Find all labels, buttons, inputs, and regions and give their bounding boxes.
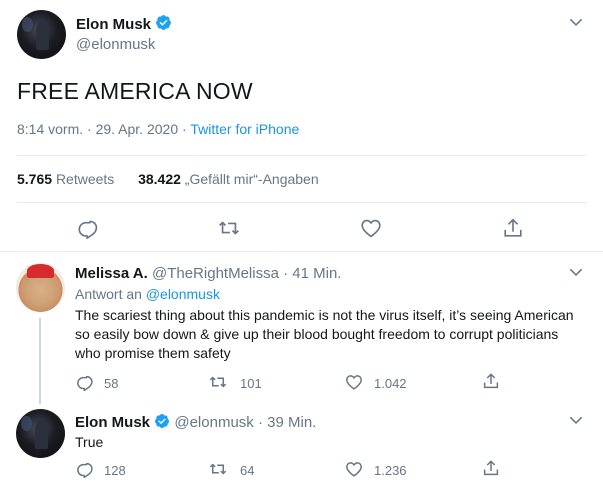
meta-separator: · <box>182 121 187 137</box>
like-icon[interactable] <box>360 217 382 239</box>
tweet-stats: 5.765 Retweets 38.422 „Gefällt mir“-Anga… <box>17 171 319 187</box>
tweet-time[interactable]: 8:14 vorm. <box>17 121 83 137</box>
reply-text: The scariest thing about this pandemic i… <box>75 307 574 361</box>
retweet-count: 101 <box>240 376 262 391</box>
replying-to-handle-link[interactable]: @elonmusk <box>146 286 220 302</box>
reply-text: True <box>75 434 104 450</box>
retweet-icon[interactable] <box>217 217 241 239</box>
likes-stat[interactable]: 38.422 „Gefällt mir“-Angaben <box>138 171 319 187</box>
thread-connector-line <box>39 318 41 404</box>
chevron-down-icon[interactable] <box>569 265 583 279</box>
retweets-stat[interactable]: 5.765 Retweets <box>17 171 114 187</box>
meta-separator: · <box>283 265 289 282</box>
retweet-icon[interactable] <box>208 373 228 391</box>
retweets-count: 5.765 <box>17 171 53 187</box>
likes-label: „Gefällt mir“-Angaben <box>184 171 319 187</box>
divider <box>17 202 587 203</box>
share-icon[interactable] <box>482 372 500 390</box>
reply-tweet[interactable]: Melissa A. @TheRightMelissa · 41 Min. An… <box>0 253 603 403</box>
reply-time[interactable]: 41 Min. <box>292 265 341 282</box>
author-handle[interactable]: @elonmusk <box>76 36 155 53</box>
reply-header: Elon Musk @elonmusk · 39 Min. <box>75 413 316 431</box>
meta-separator: · <box>87 121 92 137</box>
tweet-meta: 8:14 vorm. · 29. Apr. 2020 · Twitter for… <box>17 121 299 137</box>
reply-author-handle[interactable]: @elonmusk <box>174 414 253 431</box>
retweet-icon[interactable] <box>208 460 228 478</box>
reply-author-name[interactable]: Melissa A. <box>75 265 148 282</box>
replying-to: Antwort an @elonmusk <box>75 286 220 302</box>
share-icon[interactable] <box>482 459 500 477</box>
replying-to-label: Antwort an <box>75 286 142 302</box>
tweet-source-link[interactable]: Twitter for iPhone <box>190 121 299 137</box>
like-icon[interactable] <box>345 373 363 391</box>
share-icon[interactable] <box>502 217 524 239</box>
verified-badge-icon <box>156 15 172 30</box>
chevron-down-icon[interactable] <box>569 413 583 427</box>
reply-author-avatar[interactable] <box>16 409 65 458</box>
reply-author-name[interactable]: Elon Musk <box>75 414 150 431</box>
author-name[interactable]: Elon Musk <box>76 16 151 33</box>
retweets-label: Retweets <box>55 171 115 187</box>
like-count: 1.042 <box>374 376 407 391</box>
reply-count: 58 <box>104 376 119 391</box>
tweet-date[interactable]: 29. Apr. 2020 <box>96 121 179 137</box>
like-count: 1.236 <box>374 463 407 478</box>
meta-separator: · <box>257 414 263 431</box>
likes-count: 38.422 <box>138 171 181 187</box>
reply-tweet[interactable]: Elon Musk @elonmusk · 39 Min. True 128 6… <box>0 403 603 493</box>
main-actions-bar <box>0 213 603 243</box>
author-avatar[interactable] <box>17 10 66 59</box>
author-name-row: Elon Musk <box>76 14 172 34</box>
reply-author-avatar[interactable] <box>16 263 65 312</box>
retweet-count: 64 <box>240 463 255 478</box>
reply-time[interactable]: 39 Min. <box>267 414 316 431</box>
divider <box>17 155 587 156</box>
reply-header: Melissa A. @TheRightMelissa · 41 Min. <box>75 265 341 282</box>
tweet-text: FREE AMERICA NOW <box>17 78 253 104</box>
reply-author-handle[interactable]: @TheRightMelissa <box>152 265 279 282</box>
like-icon[interactable] <box>345 460 363 478</box>
main-tweet: Elon Musk @elonmusk FREE AMERICA NOW 8:1… <box>0 0 603 252</box>
chevron-down-icon[interactable] <box>569 15 583 29</box>
reply-icon[interactable] <box>77 217 99 239</box>
reply-icon[interactable] <box>76 373 94 391</box>
verified-badge-icon <box>155 414 170 428</box>
reply-icon[interactable] <box>76 460 94 478</box>
reply-count: 128 <box>104 463 126 478</box>
